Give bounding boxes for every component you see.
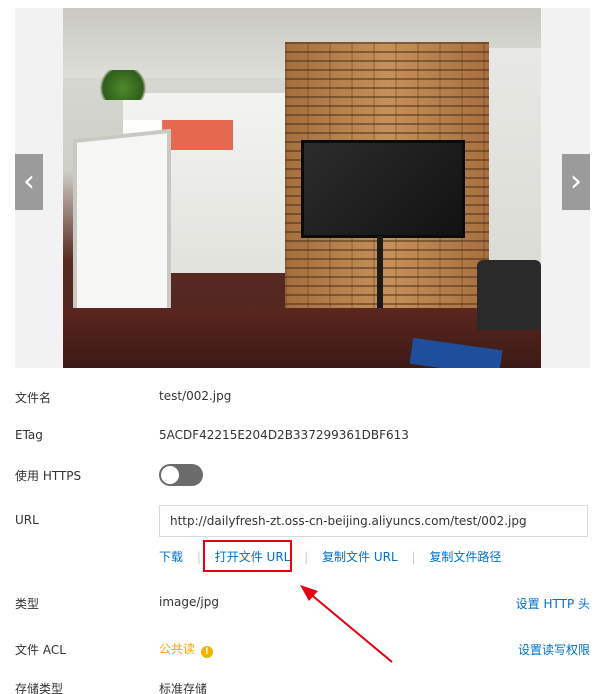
download-link[interactable]: 下载 [159,550,183,564]
warning-icon: ! [200,646,213,658]
etag-value: 5ACDF42215E204D2B337299361DBF613 [159,428,409,442]
acl-label: 文件 ACL [15,643,66,657]
https-toggle[interactable] [159,464,203,486]
chevron-right-icon: › [570,164,582,199]
https-label: 使用 HTTPS [15,469,82,483]
toggle-knob [161,466,179,484]
image-preview [15,8,590,368]
filename-value: test/002.jpg [159,389,232,403]
previous-image-button[interactable]: ‹ [15,154,43,210]
type-value: image/jpg [159,595,219,609]
separator: | [196,550,201,564]
etag-label: ETag [15,428,43,442]
copy-file-url-link[interactable]: 复制文件 URL [322,550,398,564]
file-detail-panel: ‹ › 文件名 test/002.jpg ETag 5ACDF42215E204… [0,0,614,694]
acl-status: 公共读 ! [159,640,213,658]
separator: | [411,550,416,564]
set-acl-link[interactable]: 设置读写权限 [518,641,590,658]
chevron-left-icon: ‹ [23,164,35,199]
storage-label: 存储类型 [15,682,64,694]
url-field[interactable]: http://dailyfresh-zt.oss-cn-beijing.aliy… [159,505,588,537]
preview-photo [63,8,541,368]
url-actions: 下载 | 打开文件 URL | 复制文件 URL | 复制文件路径 [159,548,501,565]
storage-value: 标准存储 [159,682,208,694]
type-label: 类型 [15,597,40,611]
open-file-url-link[interactable]: 打开文件 URL [215,550,291,564]
filename-label: 文件名 [15,391,52,405]
set-http-header-link[interactable]: 设置 HTTP 头 [516,595,590,612]
url-label: URL [15,513,39,527]
acl-value: 公共读 [159,642,196,656]
separator: | [304,550,309,564]
copy-file-path-link[interactable]: 复制文件路径 [429,550,501,564]
next-image-button[interactable]: › [562,154,590,210]
